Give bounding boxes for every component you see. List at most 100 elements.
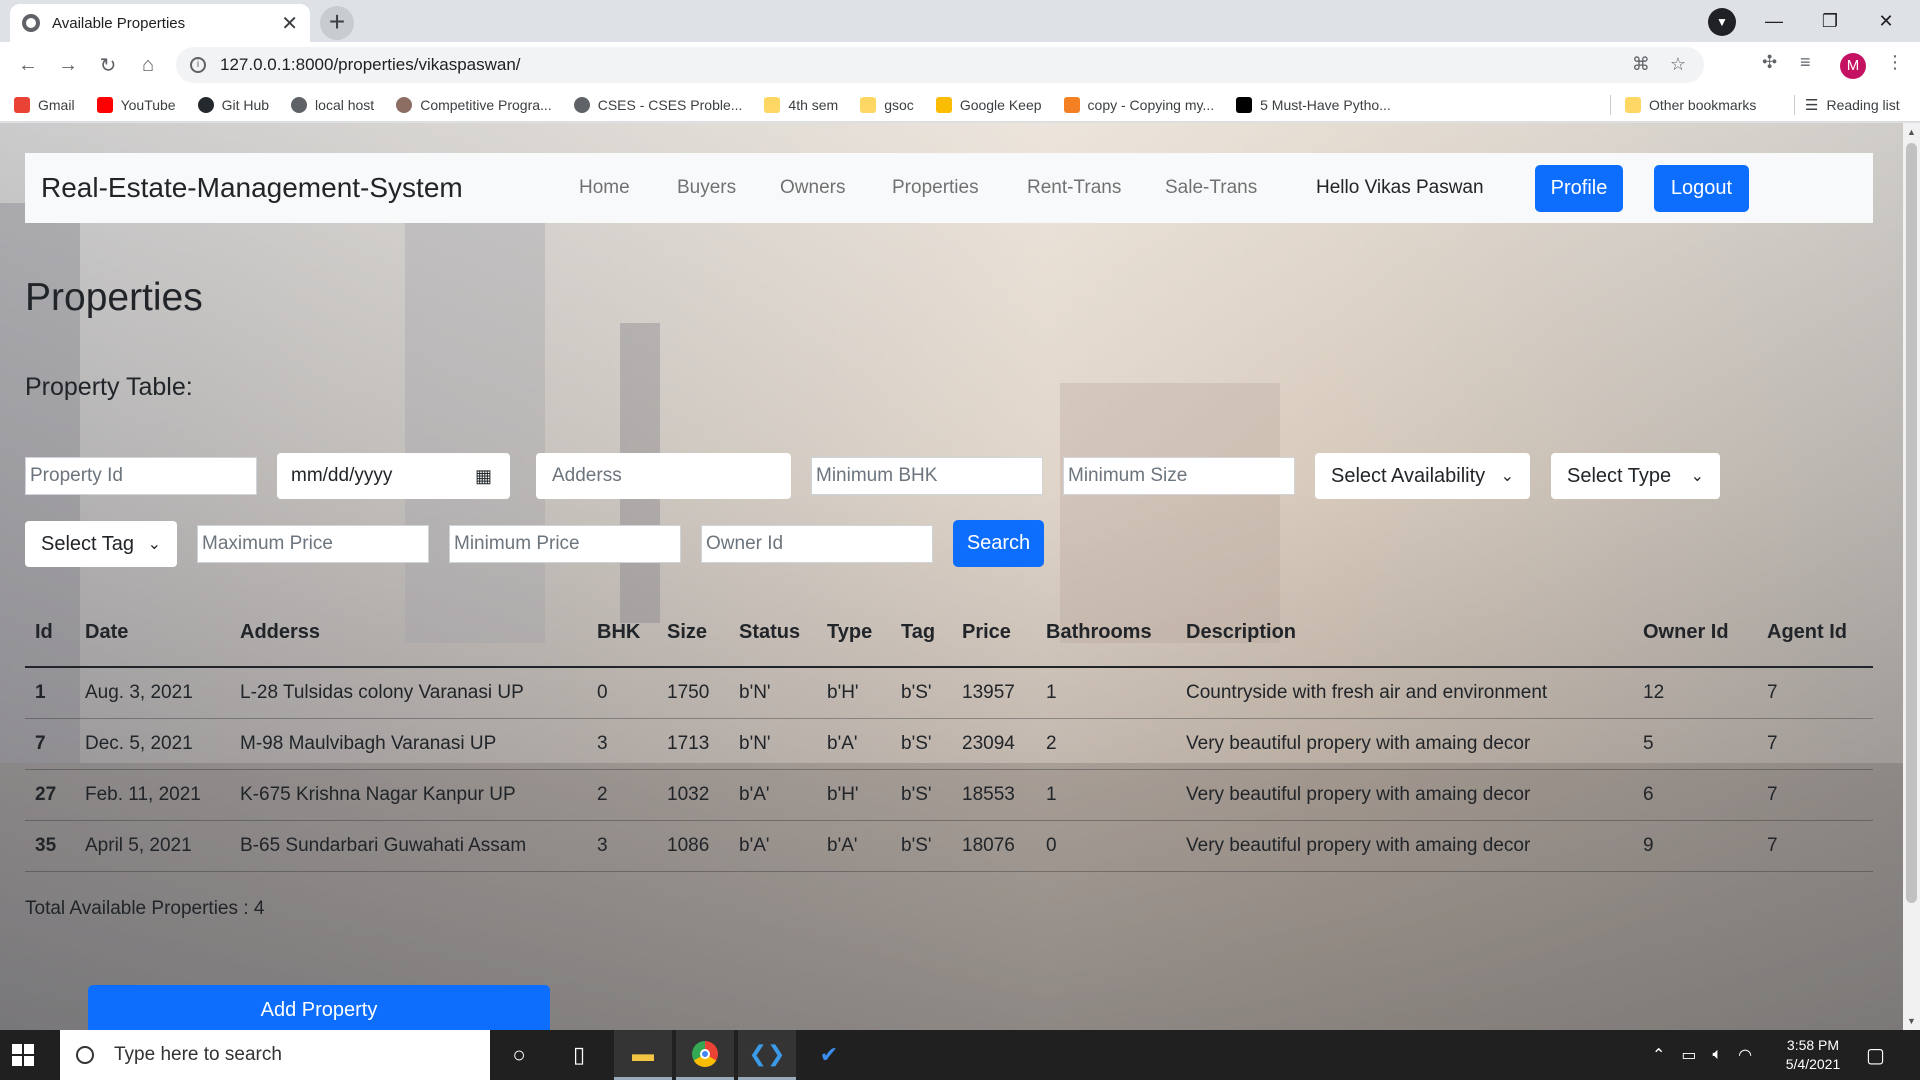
bookmark-cses[interactable]: CSES - CSES Proble...	[573, 96, 742, 113]
scroll-up-arrow-icon[interactable]: ▲	[1907, 127, 1916, 137]
page-title: Properties	[25, 276, 203, 319]
taskbar-clock[interactable]: 3:58 PM 5/4/2021	[1768, 1036, 1858, 1074]
keep-icon	[935, 96, 952, 113]
taskbar-search-box[interactable]: Type here to search	[60, 1030, 490, 1080]
volume-icon[interactable]: 🔈︎	[1713, 1046, 1723, 1064]
window-close-icon[interactable]: ✕	[1858, 11, 1914, 32]
maximize-icon[interactable]: ❐	[1802, 11, 1858, 32]
bookmark-youtube[interactable]: YouTube	[96, 96, 176, 113]
nav-link-properties[interactable]: Properties	[892, 177, 979, 199]
table-row[interactable]: 1 Aug. 3, 2021 L-28 Tulsidas colony Vara…	[25, 668, 1873, 719]
translate-icon[interactable]: ⌘	[1632, 54, 1650, 75]
cell-bathrooms: 0	[1046, 835, 1057, 856]
new-tab-button[interactable]: +	[320, 6, 354, 40]
date-input[interactable]: mm/dd/yyyy ▦	[277, 453, 510, 499]
column-header: Tag	[901, 621, 936, 643]
cell-owner-id: 12	[1643, 682, 1665, 703]
notification-center-icon[interactable]: ▢	[1866, 1030, 1885, 1080]
file-explorer-icon[interactable]: ▬	[614, 1030, 672, 1080]
bookmark-competitive[interactable]: Competitive Progra...	[396, 96, 552, 113]
bookmark-google-keep[interactable]: Google Keep	[935, 96, 1042, 113]
brand-title[interactable]: Real-Estate-Management-System	[41, 172, 463, 204]
home-icon[interactable]: ⌂	[128, 54, 168, 77]
close-tab-icon[interactable]: ✕	[281, 11, 298, 36]
type-select-label: Select Type	[1567, 464, 1672, 487]
type-select[interactable]: Select Type ⌄	[1551, 453, 1720, 499]
medium-icon	[1236, 96, 1253, 113]
other-bookmarks[interactable]: Other bookmarks	[1610, 88, 1756, 122]
reload-icon[interactable]: ↻	[88, 53, 128, 78]
media-queue-icon[interactable]: ≡	[1800, 52, 1811, 73]
nav-link-buyers[interactable]: Buyers	[677, 177, 736, 199]
bookmark-gsoc[interactable]: gsoc	[860, 96, 914, 113]
cortana-icon[interactable]: ○	[490, 1030, 548, 1080]
search-button[interactable]: Search	[953, 520, 1044, 567]
owner-id-input[interactable]: Owner Id	[701, 525, 933, 563]
cell-bathrooms: 1	[1046, 784, 1057, 805]
min-price-input[interactable]: Minimum Price	[449, 525, 681, 563]
tag-select[interactable]: Select Tag ⌄	[25, 521, 177, 567]
reading-list[interactable]: ☰ Reading list	[1794, 88, 1900, 122]
minimize-icon[interactable]: —	[1746, 11, 1802, 32]
windows-start-icon[interactable]	[12, 1044, 34, 1066]
cell-description: Very beautiful propery with amaing decor	[1186, 733, 1531, 754]
bookmark-python[interactable]: 5 Must-Have Pytho...	[1236, 96, 1391, 113]
page-viewport: Real-Estate-Management-System Home Buyer…	[0, 123, 1903, 1030]
task-view-icon[interactable]: ▯	[550, 1030, 608, 1080]
profile-avatar[interactable]: M	[1840, 53, 1866, 79]
scroll-down-arrow-icon[interactable]: ▼	[1907, 1016, 1916, 1026]
column-header: Id	[35, 621, 53, 643]
extensions-puzzle-icon[interactable]: ✣	[1762, 52, 1777, 73]
site-icon	[396, 96, 413, 113]
site-info-icon[interactable]: i	[190, 57, 206, 73]
table-row[interactable]: 7 Dec. 5, 2021 M-98 Maulvibagh Varanasi …	[25, 719, 1873, 770]
nav-link-owners[interactable]: Owners	[780, 177, 845, 199]
min-size-input[interactable]: Minimum Size	[1063, 457, 1295, 495]
max-price-input[interactable]: Maximum Price	[197, 525, 429, 563]
property-id-input[interactable]: Property Id	[25, 457, 257, 495]
search-icon	[76, 1046, 94, 1064]
nav-link-rent-trans[interactable]: Rent-Trans	[1027, 177, 1121, 199]
address-input[interactable]: Adderss	[536, 453, 791, 499]
bookmarks-divider	[1610, 95, 1611, 115]
cell-type: b'A'	[827, 835, 858, 856]
cell-bhk: 0	[597, 682, 608, 703]
profile-button[interactable]: Profile	[1535, 165, 1623, 212]
menu-kebab-icon[interactable]: ⋮	[1886, 52, 1904, 73]
cell-type: b'A'	[827, 733, 858, 754]
taskbar-search-placeholder: Type here to search	[114, 1044, 282, 1065]
cell-price: 23094	[962, 733, 1015, 754]
browser-tab[interactable]: Available Properties ✕	[10, 4, 310, 42]
cell-size: 1750	[667, 682, 710, 703]
nav-link-sale-trans[interactable]: Sale-Trans	[1165, 177, 1257, 199]
back-arrow-icon[interactable]: ←	[8, 54, 48, 77]
media-control-icon[interactable]: ▼	[1708, 8, 1736, 36]
tray-chevron-up-icon[interactable]: ⌃	[1652, 1045, 1665, 1065]
table-row[interactable]: 35 April 5, 2021 B-65 Sundarbari Guwahat…	[25, 821, 1873, 872]
forward-arrow-icon[interactable]: →	[48, 54, 88, 77]
chrome-icon[interactable]	[676, 1030, 734, 1080]
page-scrollbar[interactable]: ▲ ▼	[1903, 123, 1920, 1030]
nav-link-home[interactable]: Home	[579, 177, 630, 199]
wifi-icon[interactable]: ◠	[1738, 1045, 1752, 1065]
add-property-button[interactable]: Add Property	[88, 985, 550, 1030]
battery-icon[interactable]: ▭	[1681, 1045, 1696, 1065]
bookmark-copy[interactable]: copy - Copying my...	[1063, 96, 1214, 113]
logout-button[interactable]: Logout	[1654, 165, 1749, 212]
todo-check-icon[interactable]: ✔	[800, 1030, 858, 1080]
bookmark-4th-sem[interactable]: 4th sem	[764, 96, 838, 113]
table-row[interactable]: 27 Feb. 11, 2021 K-675 Krishna Nagar Kan…	[25, 770, 1873, 821]
availability-select[interactable]: Select Availability ⌄	[1315, 453, 1530, 499]
scrollbar-thumb[interactable]	[1906, 143, 1917, 903]
min-bhk-input[interactable]: Minimum BHK	[811, 457, 1043, 495]
bookmarks-divider	[1794, 95, 1795, 115]
vscode-icon[interactable]: ❮❯	[738, 1030, 796, 1080]
bookmark-localhost[interactable]: local host	[291, 96, 374, 113]
bookmark-github[interactable]: Git Hub	[197, 96, 269, 113]
bookmark-star-icon[interactable]: ☆	[1670, 54, 1686, 75]
cell-bathrooms: 1	[1046, 682, 1057, 703]
address-bar[interactable]: i 127.0.0.1:8000/properties/vikaspaswan/…	[176, 47, 1704, 83]
calendar-icon[interactable]: ▦	[475, 466, 492, 487]
cell-status: b'A'	[739, 835, 770, 856]
bookmark-gmail[interactable]: Gmail	[14, 96, 75, 113]
